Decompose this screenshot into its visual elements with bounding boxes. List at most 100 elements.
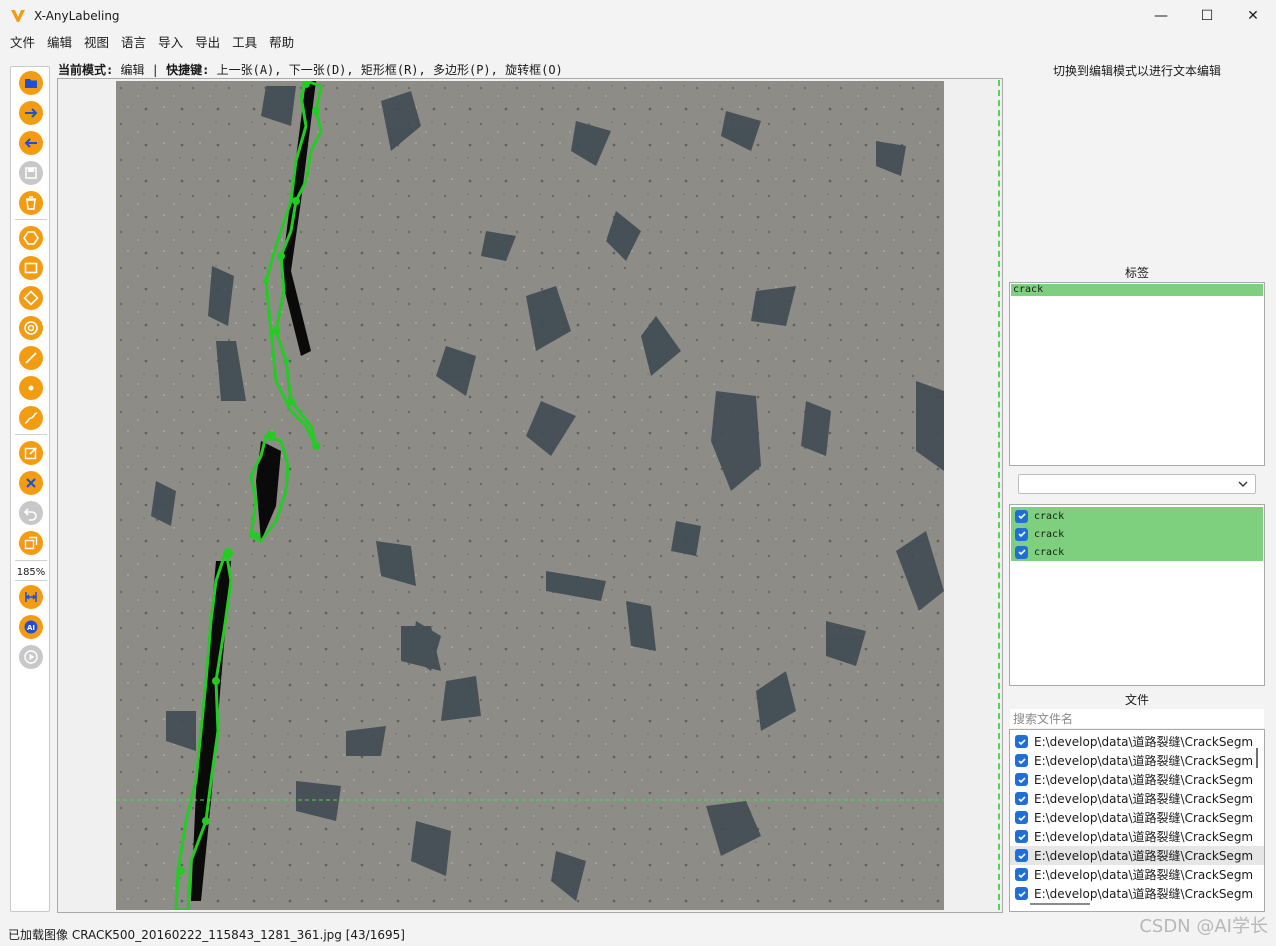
rotation-button[interactable]: [19, 286, 43, 310]
checkmark-icon: [1017, 795, 1026, 802]
menu-export[interactable]: 导出: [189, 32, 226, 54]
shape-item[interactable]: crack: [1011, 507, 1263, 525]
menu-tools[interactable]: 工具: [226, 32, 263, 54]
line-button[interactable]: [19, 346, 43, 370]
window-title: X-AnyLabeling: [34, 9, 120, 23]
circle-icon: [24, 321, 38, 335]
shape-item[interactable]: crack: [1011, 525, 1263, 543]
undo-icon: [23, 508, 37, 521]
files-panel-title: 文件: [1124, 693, 1149, 707]
shape-label: crack: [1034, 546, 1065, 558]
label-list: crack: [1009, 282, 1265, 466]
checkmark-icon: [1017, 549, 1026, 556]
rotation-icon: [23, 290, 39, 306]
crack-image: [116, 81, 944, 910]
file-item[interactable]: E:\develop\data\道路裂缝\CrackSegm: [1010, 751, 1264, 770]
polygon-button[interactable]: [19, 226, 43, 250]
menu-language[interactable]: 语言: [115, 32, 152, 54]
window-controls: — ☐ ✕: [1138, 0, 1276, 32]
toolbar-divider: [15, 434, 47, 435]
checkmark-icon: [1017, 814, 1026, 821]
linestrip-icon: [24, 412, 38, 424]
file-item[interactable]: E:\develop\data\道路裂缝\CrackSegm: [1010, 732, 1264, 751]
shape-label: crack: [1034, 528, 1065, 540]
run-button[interactable]: [19, 645, 43, 669]
file-path: E:\develop\data\道路裂缝\CrackSegm: [1034, 830, 1254, 844]
file-item[interactable]: E:\develop\data\道路裂缝\CrackSegm: [1010, 770, 1264, 789]
checkmark-icon: [1017, 852, 1026, 859]
edit-icon: [24, 447, 37, 460]
menu-help[interactable]: 帮助: [263, 32, 300, 54]
delete-file-icon: [26, 196, 36, 210]
canvas-guide-line: [998, 80, 1000, 910]
menu-view[interactable]: 视图: [78, 32, 115, 54]
checkmark-icon: [1017, 531, 1026, 538]
checkbox[interactable]: [1015, 868, 1028, 881]
checkbox[interactable]: [1015, 735, 1028, 748]
delete-shape-button[interactable]: [19, 471, 43, 495]
checkbox[interactable]: [1015, 792, 1028, 805]
app-logo-icon: [11, 10, 25, 22]
point-button[interactable]: [19, 376, 43, 400]
menu-file[interactable]: 文件: [4, 32, 41, 54]
menu-edit[interactable]: 编辑: [41, 32, 78, 54]
checkbox[interactable]: [1015, 887, 1028, 900]
checkbox[interactable]: [1015, 754, 1028, 767]
rectangle-button[interactable]: [19, 256, 43, 280]
file-list-vertical-scrollbar[interactable]: [1256, 748, 1258, 768]
annotation-canvas[interactable]: [116, 81, 944, 910]
checkbox[interactable]: [1015, 811, 1028, 824]
save-button[interactable]: [19, 161, 43, 185]
open-folder-icon: [25, 79, 37, 88]
group-filter-select[interactable]: [1018, 474, 1256, 494]
toolbar-divider: [15, 560, 47, 561]
minimize-button[interactable]: —: [1138, 0, 1184, 32]
checkbox[interactable]: [1015, 830, 1028, 843]
checkmark-icon: [1017, 757, 1026, 764]
prev-image-button[interactable]: [19, 131, 43, 155]
menu-import[interactable]: 导入: [152, 32, 189, 54]
file-item-selected[interactable]: E:\develop\data\道路裂缝\CrackSegm: [1010, 846, 1264, 865]
undo-button[interactable]: [19, 501, 43, 525]
fit-width-button[interactable]: [19, 585, 43, 609]
open-folder-button[interactable]: [19, 71, 43, 95]
file-item[interactable]: E:\develop\data\道路裂缝\CrackSegm: [1010, 884, 1264, 903]
checkmark-icon: [1017, 833, 1026, 840]
shape-list: crack crack crack: [1009, 504, 1265, 686]
file-search-input[interactable]: [1010, 709, 1264, 728]
file-list: E:\develop\data\道路裂缝\CrackSegm E:\develo…: [1009, 729, 1265, 912]
toolbar-divider: [15, 219, 47, 220]
mode-value: 编辑 |: [113, 63, 167, 77]
ai-button[interactable]: AI: [19, 615, 43, 639]
checkbox[interactable]: [1015, 849, 1028, 862]
circle-button[interactable]: [19, 316, 43, 340]
checkbox[interactable]: [1015, 545, 1028, 559]
checkbox[interactable]: [1015, 773, 1028, 786]
polygon-icon: [23, 231, 39, 245]
shape-item[interactable]: crack: [1011, 543, 1263, 561]
maximize-button[interactable]: ☐: [1184, 0, 1230, 32]
rectangle-icon: [24, 262, 38, 274]
run-icon: [24, 650, 38, 664]
mode-label: 当前模式:: [58, 63, 114, 77]
duplicate-icon: [24, 536, 38, 550]
file-item[interactable]: E:\develop\data\道路裂缝\CrackSegm: [1010, 827, 1264, 846]
labels-panel-title: 标签: [1124, 266, 1149, 280]
duplicate-button[interactable]: [19, 531, 43, 555]
file-list-horizontal-scrollbar[interactable]: [1030, 903, 1090, 905]
checkbox[interactable]: [1015, 509, 1028, 523]
file-item[interactable]: E:\develop\data\道路裂缝\CrackSegm: [1010, 789, 1264, 808]
file-item[interactable]: E:\develop\data\道路裂缝\CrackSegm: [1010, 808, 1264, 827]
next-image-button[interactable]: [19, 101, 43, 125]
toolbar-divider: [15, 580, 47, 581]
svg-text:AI: AI: [27, 624, 35, 632]
close-button[interactable]: ✕: [1230, 0, 1276, 32]
delete-file-button[interactable]: [19, 191, 43, 215]
checkbox[interactable]: [1015, 527, 1028, 541]
linestrip-button[interactable]: [19, 406, 43, 430]
label-item[interactable]: crack: [1011, 284, 1263, 296]
file-item[interactable]: E:\develop\data\道路裂缝\CrackSegm: [1010, 865, 1264, 884]
file-path: E:\develop\data\道路裂缝\CrackSegm: [1034, 887, 1254, 901]
edit-button[interactable]: [19, 441, 43, 465]
file-path: E:\develop\data\道路裂缝\CrackSegm: [1034, 735, 1254, 749]
